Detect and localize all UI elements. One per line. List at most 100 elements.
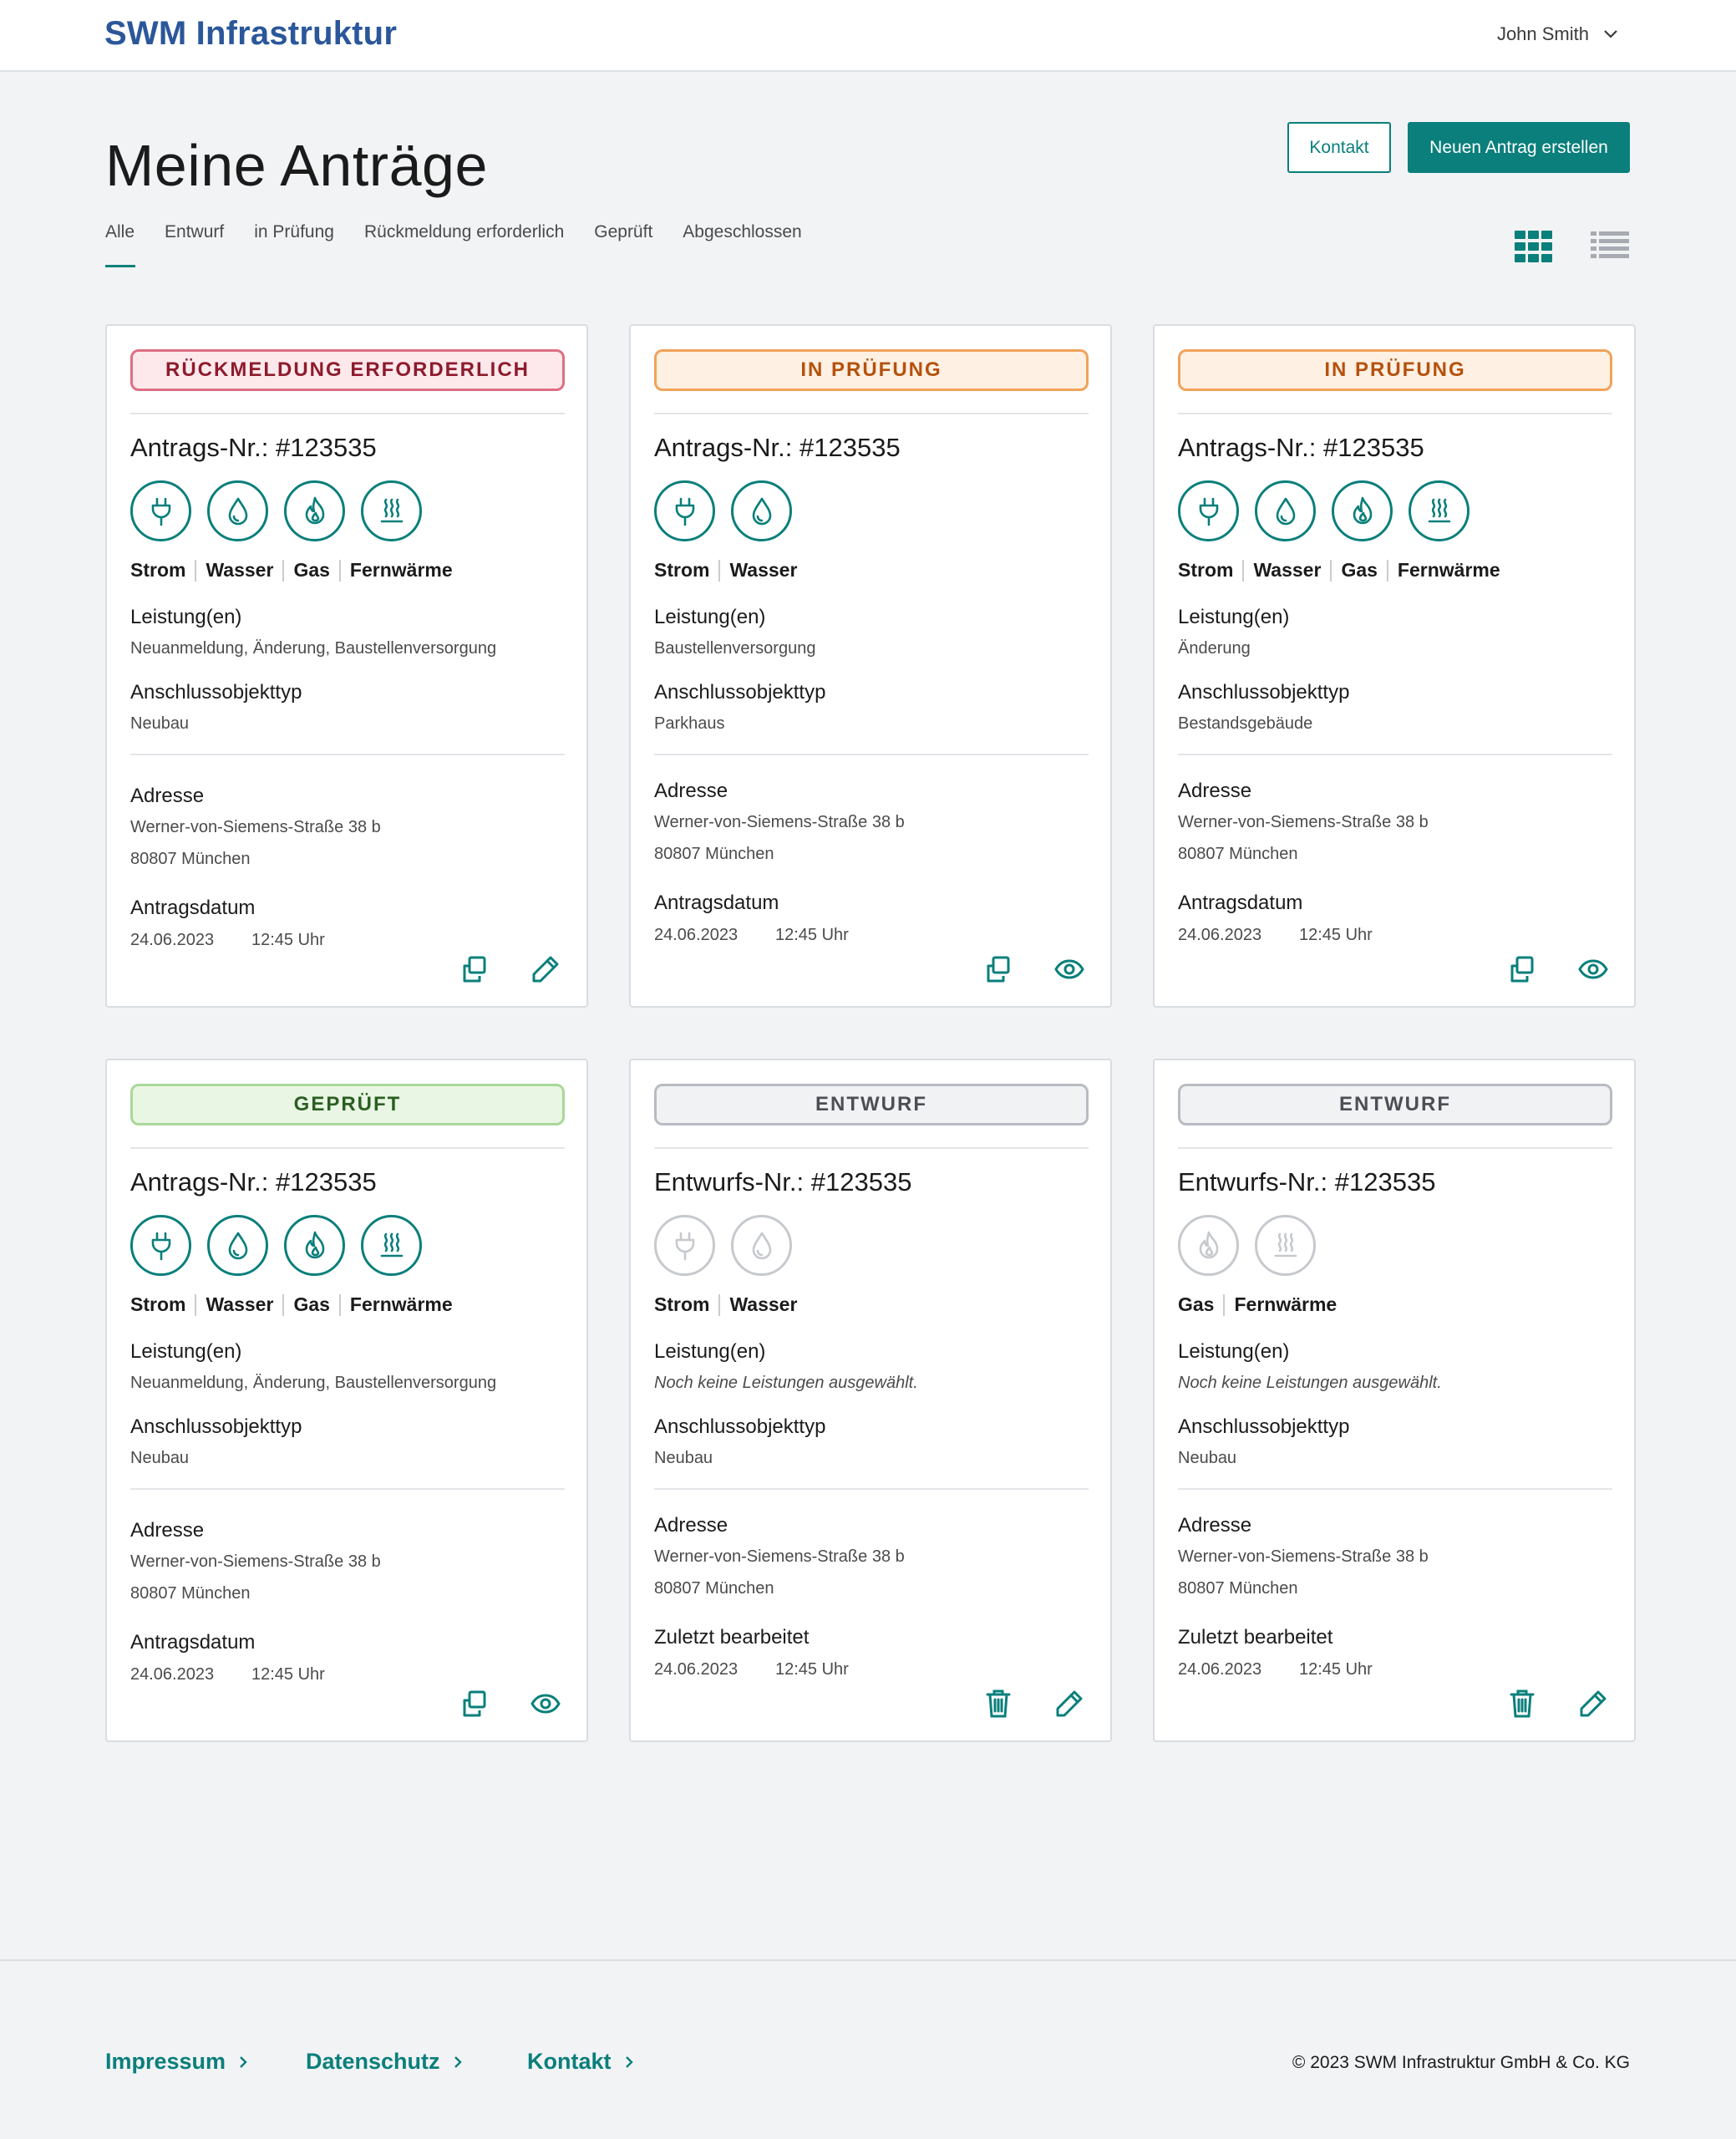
objekttyp-label: Anschlussobjekttyp bbox=[130, 681, 302, 704]
trash-icon[interactable] bbox=[980, 1685, 1017, 1722]
address-street: Werner-von-Siemens-Straße 38 b bbox=[654, 1547, 905, 1566]
copy-icon[interactable] bbox=[1504, 951, 1541, 988]
water-drop-icon bbox=[207, 1215, 268, 1276]
media-icons bbox=[654, 480, 792, 541]
chevron-right-icon bbox=[625, 2055, 633, 2068]
media-separator bbox=[1223, 1293, 1226, 1316]
brand-logo[interactable]: SWM Infrastruktur bbox=[104, 15, 397, 53]
media-wasser: Wasser bbox=[206, 1293, 274, 1315]
divider bbox=[130, 1488, 565, 1490]
flame-icon bbox=[284, 1215, 345, 1276]
water-drop-icon bbox=[731, 1215, 792, 1276]
media-strom: Strom bbox=[1178, 559, 1234, 581]
eye-icon[interactable] bbox=[1051, 951, 1088, 988]
application-card-1[interactable]: RÜCKMELDUNG ERFORDERLICH Antrags-Nr.: #1… bbox=[105, 324, 588, 1008]
water-drop-icon bbox=[731, 480, 792, 541]
heat-waves-icon bbox=[1409, 480, 1470, 541]
application-card-5[interactable]: ENTWURF Entwurfs-Nr.: #123535 Strom Wasse… bbox=[629, 1059, 1112, 1742]
footer-link-kontakt[interactable]: Kontakt bbox=[527, 2049, 637, 2075]
application-card-2[interactable]: IN PRÜFUNG Antrags-Nr.: #123535 Strom Was… bbox=[629, 324, 1112, 1008]
media-separator bbox=[338, 559, 341, 582]
tab-in-pruefung[interactable]: in Prüfung bbox=[254, 222, 334, 267]
user-name: John Smith bbox=[1496, 23, 1589, 44]
status-badge: ENTWURF bbox=[1178, 1084, 1612, 1125]
media-list: Strom Wasser Gas Fernwärme bbox=[130, 1293, 453, 1316]
divider bbox=[130, 413, 565, 414]
objekttyp-label: Anschlussobjekttyp bbox=[1178, 681, 1350, 704]
leistungen-label: Leistung(en) bbox=[654, 606, 766, 628]
address-street: Werner-von-Siemens-Straße 38 b bbox=[130, 818, 381, 836]
leistungen-value: Noch keine Leistungen ausgewählt. bbox=[1178, 1374, 1442, 1392]
address-city: 80807 München bbox=[654, 845, 774, 863]
heat-waves-icon bbox=[1255, 1215, 1316, 1276]
media-fernwaerme: Fernwärme bbox=[349, 1293, 453, 1315]
list-view-icon[interactable] bbox=[1589, 229, 1631, 264]
tab-abgeschlossen[interactable]: Abgeschlossen bbox=[683, 222, 801, 267]
leistungen-label: Leistung(en) bbox=[654, 1340, 766, 1363]
media-strom: Strom bbox=[654, 1293, 710, 1315]
leistungen-value: Neuanmeldung, Änderung, Baustellenversor… bbox=[130, 639, 497, 658]
media-separator bbox=[1330, 559, 1332, 582]
media-fernwaerme: Fernwärme bbox=[1397, 559, 1500, 581]
address-street: Werner-von-Siemens-Straße 38 b bbox=[654, 813, 905, 831]
plug-icon bbox=[654, 480, 715, 541]
footer-link-label: Kontakt bbox=[527, 2049, 612, 2074]
address-label: Adresse bbox=[1178, 1514, 1252, 1537]
date-label: Antragsdatum bbox=[654, 892, 779, 914]
application-card-4[interactable]: GEPRÜFT Antrags-Nr.: #123535 Strom Wasser… bbox=[105, 1059, 588, 1742]
eye-icon[interactable] bbox=[1575, 951, 1612, 988]
media-list: Strom Wasser Gas Fernwärme bbox=[130, 559, 453, 582]
flame-icon bbox=[1332, 480, 1393, 541]
divider bbox=[654, 754, 1089, 755]
objekttyp-label: Anschlussobjekttyp bbox=[130, 1415, 302, 1438]
address-street: Werner-von-Siemens-Straße 38 b bbox=[1178, 1547, 1429, 1566]
divider bbox=[1178, 754, 1612, 755]
status-filter-tabs: Alle Entwurf in Prüfung Rückmeldung erfo… bbox=[105, 222, 802, 267]
divider bbox=[130, 1147, 565, 1149]
grid-view-icon[interactable] bbox=[1513, 229, 1555, 264]
tab-alle[interactable]: Alle bbox=[105, 222, 136, 267]
date-label: Antragsdatum bbox=[1178, 892, 1303, 914]
footer-link-label: Datenschutz bbox=[306, 2049, 440, 2074]
footer-link-impressum[interactable]: Impressum bbox=[105, 2049, 251, 2075]
edit-pencil-icon[interactable] bbox=[527, 951, 564, 988]
trash-icon[interactable] bbox=[1504, 1685, 1541, 1722]
time-value: 12:45 Uhr bbox=[251, 1665, 325, 1684]
media-separator bbox=[1386, 559, 1388, 582]
objekttyp-value: Parkhaus bbox=[654, 714, 725, 733]
media-list: Strom Wasser bbox=[654, 559, 797, 582]
date-label: Zuletzt bearbeitet bbox=[1178, 1626, 1333, 1649]
leistungen-label: Leistung(en) bbox=[1178, 1340, 1290, 1363]
objekttyp-label: Anschlussobjekttyp bbox=[654, 681, 826, 704]
application-number: Entwurfs-Nr.: #123535 bbox=[654, 1167, 912, 1197]
copy-icon[interactable] bbox=[980, 951, 1017, 988]
user-menu[interactable]: John Smith bbox=[1497, 23, 1621, 45]
media-gas: Gas bbox=[293, 559, 330, 581]
media-gas: Gas bbox=[293, 1293, 330, 1315]
objekttyp-value: Neubau bbox=[130, 714, 190, 733]
new-application-button[interactable]: Neuen Antrag erstellen bbox=[1408, 122, 1630, 173]
media-fernwaerme: Fernwärme bbox=[349, 559, 453, 581]
status-badge: IN PRÜFUNG bbox=[654, 349, 1089, 391]
address-city: 80807 München bbox=[654, 1579, 774, 1598]
tab-rueckmeldung[interactable]: Rückmeldung erforderlich bbox=[364, 222, 564, 267]
tab-entwurf[interactable]: Entwurf bbox=[165, 222, 224, 267]
date-value: 24.06.2023 bbox=[654, 926, 739, 944]
address-city: 80807 München bbox=[130, 850, 251, 868]
copy-icon[interactable] bbox=[456, 1685, 493, 1722]
edit-pencil-icon[interactable] bbox=[1575, 1685, 1612, 1722]
copy-icon[interactable] bbox=[456, 951, 493, 988]
chevron-right-icon bbox=[454, 2055, 462, 2068]
plug-icon bbox=[654, 1215, 715, 1276]
edit-pencil-icon[interactable] bbox=[1051, 1685, 1088, 1722]
application-card-3[interactable]: IN PRÜFUNG Antrags-Nr.: #123535 Strom Was… bbox=[1153, 324, 1636, 1008]
leistungen-label: Leistung(en) bbox=[130, 606, 242, 628]
contact-button[interactable]: Kontakt bbox=[1287, 122, 1391, 173]
address-city: 80807 München bbox=[1178, 845, 1298, 863]
media-gas: Gas bbox=[1341, 559, 1378, 581]
eye-icon[interactable] bbox=[527, 1685, 564, 1722]
tab-geprueft[interactable]: Geprüft bbox=[594, 222, 652, 267]
application-card-6[interactable]: ENTWURF Entwurfs-Nr.: #123535 Gas Fernwär… bbox=[1153, 1059, 1636, 1742]
footer-link-datenschutz[interactable]: Datenschutz bbox=[306, 2049, 465, 2075]
divider bbox=[654, 413, 1089, 414]
